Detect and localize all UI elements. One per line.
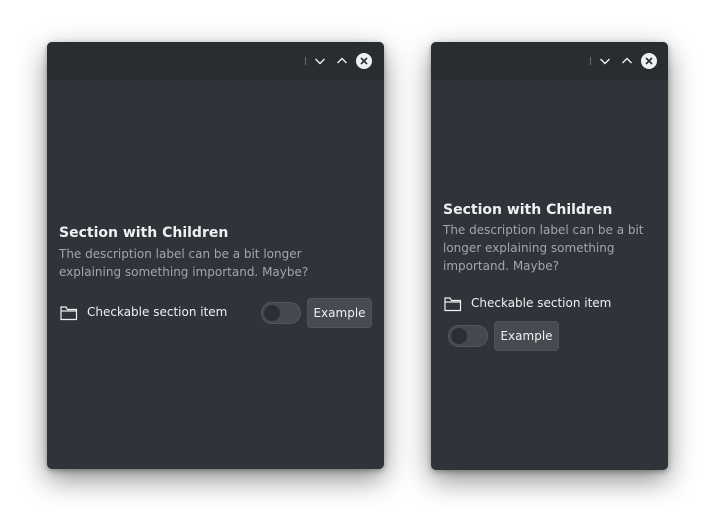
section-description-line: importand. Maybe?	[443, 259, 560, 273]
toggle-knob	[264, 305, 280, 321]
section-description-line: The description label can be a bit	[443, 223, 644, 237]
close-icon[interactable]	[355, 52, 373, 70]
close-icon[interactable]	[640, 52, 658, 70]
checkable-item-label: Checkable section item	[87, 305, 228, 319]
section-title: Section with Children	[443, 202, 613, 218]
item-toggle-switch[interactable]	[261, 302, 301, 324]
section-description: The description label can be a bit longe…	[443, 221, 663, 275]
section-description-line: The description label can be a bit longe…	[59, 247, 302, 261]
titlebar-separator	[590, 57, 591, 65]
titlebar	[431, 42, 668, 80]
example-button[interactable]: Example	[494, 321, 559, 351]
chevron-down-icon[interactable]	[311, 52, 329, 70]
example-button[interactable]: Example	[307, 298, 372, 328]
settings-window-wide: Section with Children The description la…	[47, 42, 384, 469]
section-description-line: explaining something importand. Maybe?	[59, 265, 309, 279]
chevron-up-icon[interactable]	[333, 52, 351, 70]
section-title: Section with Children	[59, 225, 229, 241]
toggle-knob	[451, 328, 467, 344]
section-description-line: longer explaining something	[443, 241, 615, 255]
chevron-down-icon[interactable]	[596, 52, 614, 70]
titlebar-separator	[305, 57, 306, 65]
item-toggle-switch[interactable]	[448, 325, 488, 347]
folder-icon	[444, 297, 462, 312]
settings-window-narrow: Section with Children The description la…	[431, 42, 668, 470]
checkable-item-label: Checkable section item	[471, 296, 612, 310]
folder-icon	[60, 306, 78, 321]
section-description: The description label can be a bit longe…	[59, 245, 379, 281]
titlebar	[47, 42, 384, 80]
chevron-up-icon[interactable]	[618, 52, 636, 70]
